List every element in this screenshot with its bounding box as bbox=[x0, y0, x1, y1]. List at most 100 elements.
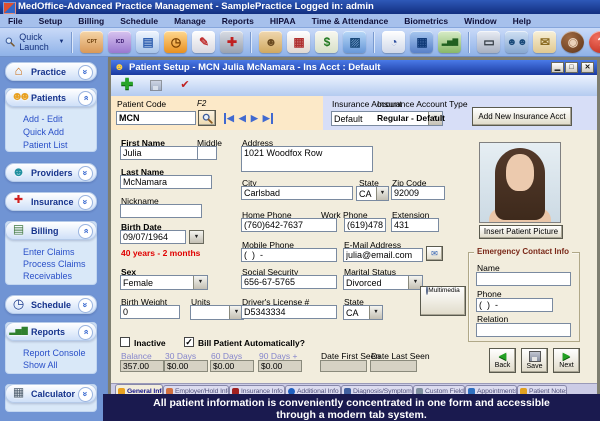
next-record-icon[interactable]: ▶ bbox=[251, 113, 258, 124]
collapse-chevron-icon[interactable]: » bbox=[78, 325, 93, 340]
extension-input[interactable] bbox=[391, 218, 439, 232]
sidebar-item-providers[interactable]: ☻ Providers » bbox=[5, 163, 97, 182]
toolbar-button-help[interactable]: ? bbox=[589, 31, 600, 53]
toolbar-button-appointments[interactable]: ◷ bbox=[164, 31, 187, 53]
next-button[interactable]: ▶ Next bbox=[553, 348, 580, 373]
bill-automatically-checkbox[interactable] bbox=[184, 337, 194, 347]
sidebar-item-enter-claims[interactable]: Enter Claims bbox=[23, 247, 75, 257]
quick-launch-dropdown-icon[interactable]: ▼ bbox=[59, 39, 65, 45]
menu-hipaa[interactable]: HIPAA bbox=[262, 16, 304, 26]
add-patient-button[interactable]: ✚ bbox=[114, 76, 140, 95]
toolbar-button-icd-codes[interactable]: ICD bbox=[108, 31, 131, 53]
sidebar-item-patients[interactable]: ☻☻ Patients » bbox=[5, 88, 97, 107]
sidebar-item-show-all[interactable]: Show All bbox=[23, 360, 58, 370]
sidebar-item-calculator[interactable]: ▦ Calculator » bbox=[5, 384, 97, 403]
birth-weight-input[interactable] bbox=[120, 305, 180, 319]
dropdown-arrow-icon[interactable]: ▼ bbox=[193, 276, 207, 289]
sidebar-item-quick-add[interactable]: Quick Add bbox=[23, 127, 64, 137]
dropdown-arrow-icon[interactable]: ▼ bbox=[369, 306, 382, 319]
state-select[interactable]: CA ▼ bbox=[356, 186, 389, 201]
menu-billing[interactable]: Billing bbox=[70, 16, 112, 26]
toolbar-button-transcription[interactable]: ✎ bbox=[192, 31, 215, 53]
sidebar-item-receivables[interactable]: Receivables bbox=[23, 271, 72, 281]
city-input[interactable] bbox=[241, 186, 353, 200]
audit-button[interactable]: ✔ bbox=[172, 76, 198, 95]
last-record-icon[interactable]: ▶ bbox=[263, 113, 273, 124]
toolbar-button-workstation[interactable]: ▭ bbox=[477, 31, 500, 53]
add-new-insurance-acct-button[interactable]: Add New Insurance Acct bbox=[472, 107, 572, 126]
mobile-phone-input[interactable] bbox=[241, 248, 337, 262]
birth-date-input[interactable] bbox=[120, 230, 186, 244]
expand-chevron-icon[interactable]: » bbox=[78, 195, 93, 210]
previous-record-icon[interactable]: ◀ bbox=[239, 113, 246, 124]
collapse-chevron-icon[interactable]: » bbox=[78, 224, 93, 239]
toolbar-button-calendar[interactable]: ▦ bbox=[410, 31, 433, 53]
menu-window[interactable]: Window bbox=[456, 16, 505, 26]
toolbar-button-referrals[interactable]: ☻ bbox=[259, 31, 282, 53]
menu-file[interactable]: File bbox=[0, 16, 31, 26]
sidebar-item-add-edit[interactable]: Add - Edit bbox=[23, 114, 63, 124]
multimedia-button[interactable]: Multimedia bbox=[420, 286, 466, 316]
insert-patient-picture-button[interactable]: Insert Patient Picture bbox=[479, 225, 563, 239]
sidebar-item-billing[interactable]: ▤ Billing » bbox=[5, 221, 97, 240]
zip-code-input[interactable] bbox=[391, 186, 445, 200]
marital-status-select[interactable]: Divorced ▼ bbox=[343, 275, 423, 290]
save-patient-button[interactable] bbox=[143, 76, 169, 95]
save-button[interactable]: Save bbox=[521, 348, 548, 373]
toolbar-button-network-users[interactable]: ☻☻ bbox=[505, 31, 528, 53]
patient-search-button[interactable] bbox=[198, 110, 216, 126]
sex-select[interactable]: Female ▼ bbox=[120, 275, 208, 290]
expand-chevron-icon[interactable]: » bbox=[78, 65, 93, 80]
first-name-input[interactable] bbox=[120, 146, 198, 160]
toolbar-button-messaging[interactable]: ✉ bbox=[533, 31, 556, 53]
expand-chevron-icon[interactable]: » bbox=[78, 298, 93, 313]
nickname-input[interactable] bbox=[120, 204, 202, 218]
patient-code-input[interactable] bbox=[116, 111, 196, 125]
toolbar-button-billing-forms[interactable]: ▦ bbox=[287, 31, 310, 53]
work-phone-input[interactable] bbox=[344, 218, 386, 232]
inactive-checkbox[interactable] bbox=[120, 337, 130, 347]
expand-chevron-icon[interactable]: » bbox=[78, 387, 93, 402]
ssn-input[interactable] bbox=[241, 275, 337, 289]
maximize-button[interactable]: □ bbox=[565, 62, 578, 73]
drivers-license-input[interactable] bbox=[241, 305, 337, 319]
collapse-chevron-icon[interactable]: » bbox=[78, 91, 93, 106]
close-button[interactable]: ✕ bbox=[581, 62, 594, 73]
emergency-phone-input[interactable] bbox=[476, 298, 553, 312]
middle-input[interactable] bbox=[197, 146, 217, 160]
dropdown-arrow-icon[interactable]: ▼ bbox=[376, 187, 388, 200]
menu-help[interactable]: Help bbox=[505, 16, 539, 26]
toolbar-button-report-document[interactable]: ◔ bbox=[382, 31, 405, 53]
toolbar-button-biometrics[interactable]: ◉ bbox=[561, 31, 584, 53]
menu-setup[interactable]: Setup bbox=[31, 16, 71, 26]
toolbar-button-payments[interactable]: $ bbox=[315, 31, 338, 53]
sidebar-item-schedule[interactable]: ◷ Schedule » bbox=[5, 295, 97, 314]
email-input[interactable] bbox=[343, 248, 423, 262]
expand-chevron-icon[interactable]: » bbox=[78, 166, 93, 181]
menu-schedule[interactable]: Schedule bbox=[112, 16, 166, 26]
back-button[interactable]: ◀ Back bbox=[489, 348, 516, 373]
sidebar-item-reports[interactable]: ▂▅▇ Reports » bbox=[5, 322, 97, 341]
menu-time-attendance[interactable]: Time & Attendance bbox=[304, 16, 397, 26]
sidebar-item-process-claims[interactable]: Process Claims bbox=[23, 259, 86, 269]
toolbar-button-imaging[interactable]: ▨ bbox=[343, 31, 366, 53]
toolbar-button-insurance-case[interactable]: ✚ bbox=[220, 31, 243, 53]
sidebar-item-patient-list[interactable]: Patient List bbox=[23, 140, 68, 150]
sidebar-item-practice[interactable]: ⌂ Practice » bbox=[5, 62, 97, 81]
sidebar-item-insurance[interactable]: ✚ Insurance » bbox=[5, 192, 97, 211]
toolbar-button-statistics[interactable]: ▂▅▇ bbox=[438, 31, 461, 53]
send-email-button[interactable]: ✉ bbox=[426, 246, 443, 261]
address-input[interactable]: 1021 Woodfox Row bbox=[241, 146, 373, 172]
sidebar-item-report-console[interactable]: Report Console bbox=[23, 348, 86, 358]
menu-reports[interactable]: Reports bbox=[214, 16, 262, 26]
toolbar-button-cpt-codes[interactable]: CPT bbox=[80, 31, 103, 53]
dl-state-select[interactable]: CA ▼ bbox=[343, 305, 383, 320]
menu-biometrics[interactable]: Biometrics bbox=[396, 16, 456, 26]
emergency-name-input[interactable] bbox=[476, 272, 571, 286]
minimize-button[interactable]: ▁ bbox=[551, 62, 564, 73]
birth-date-dropdown-button[interactable]: ▼ bbox=[189, 230, 204, 244]
quick-launch[interactable]: Quick Launch ▼ bbox=[5, 32, 64, 52]
first-record-icon[interactable]: ◀ bbox=[224, 113, 234, 124]
toolbar-button-patient-chart[interactable]: ▤ bbox=[136, 31, 159, 53]
menu-manage[interactable]: Manage bbox=[166, 16, 214, 26]
